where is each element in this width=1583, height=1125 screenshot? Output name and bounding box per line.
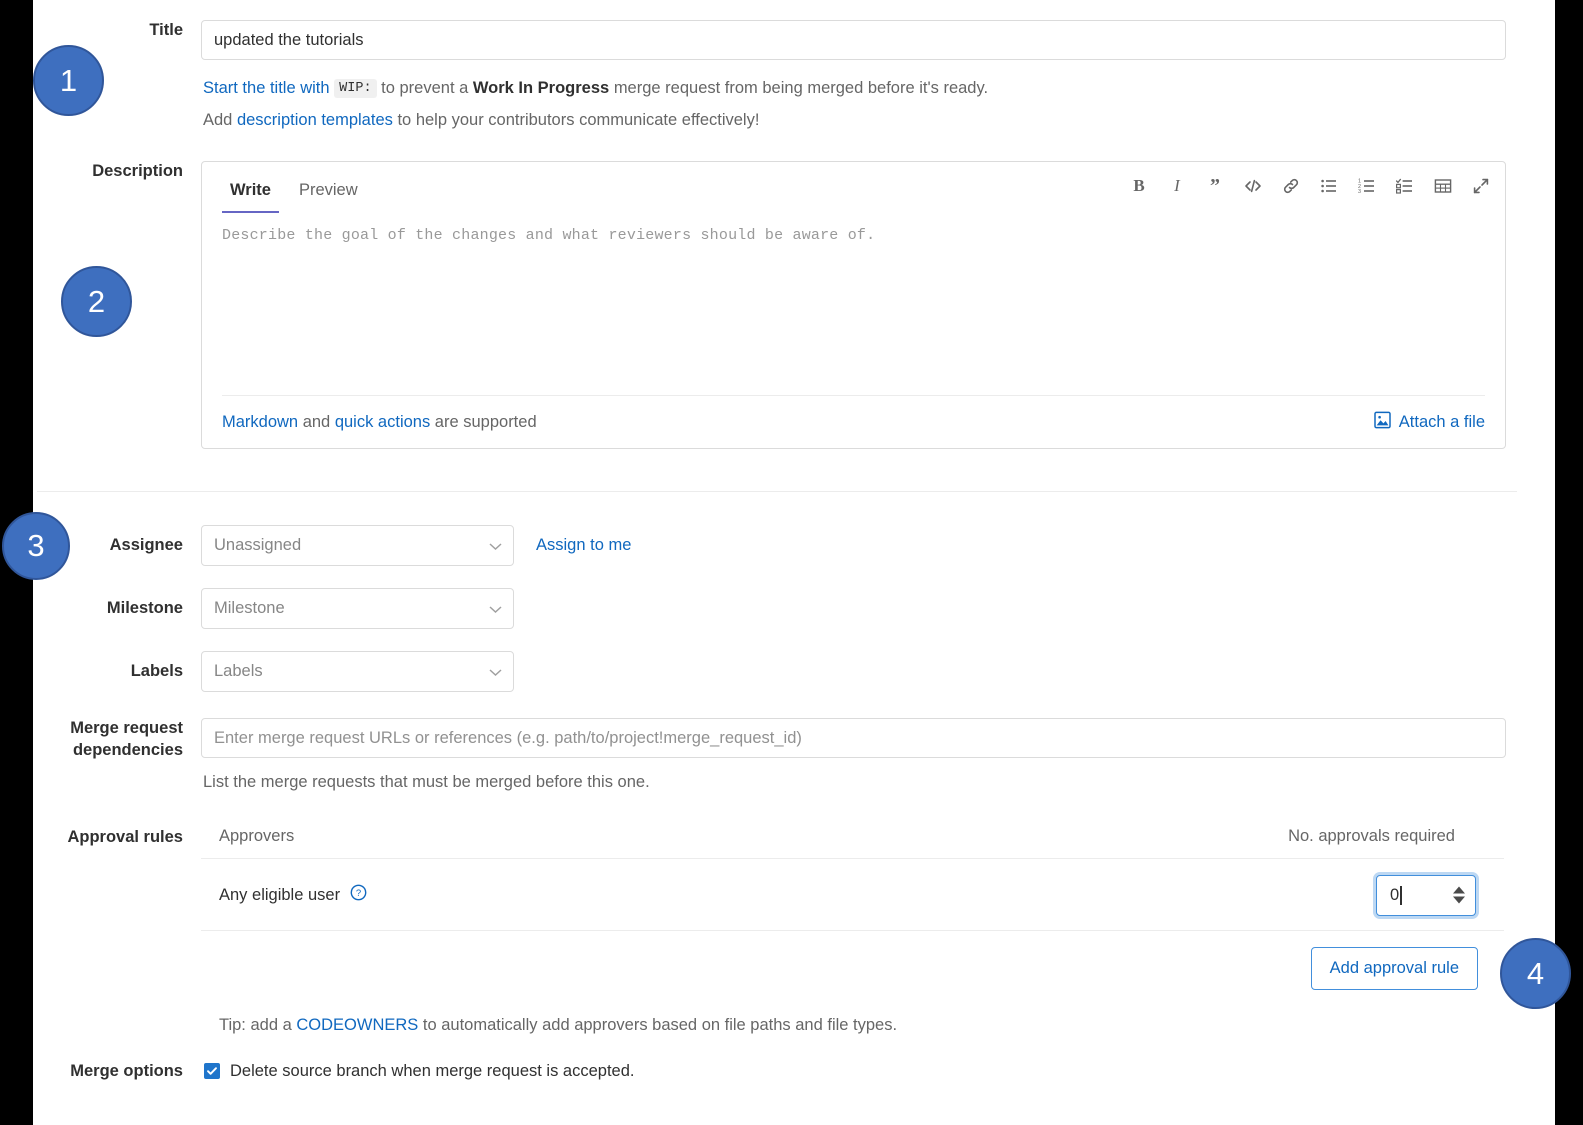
link-icon[interactable] <box>1281 176 1301 196</box>
approval-rule-row: Any eligible user ? 0 <box>201 859 1504 930</box>
chevron-down-icon <box>489 599 502 618</box>
labels-select[interactable]: Labels <box>201 651 514 693</box>
description-templates-link[interactable]: description templates <box>237 111 393 129</box>
merge-request-form: Title Start the title with WIP: to preve… <box>33 0 1555 1125</box>
description-label: Description <box>92 162 183 181</box>
markdown-link[interactable]: Markdown <box>222 413 298 431</box>
labels-field-row: Labels Labels <box>33 651 1555 693</box>
description-textarea[interactable]: Describe the goal of the changes and wha… <box>202 213 1505 395</box>
svg-text:?: ? <box>356 888 361 899</box>
description-placeholder: Describe the goal of the changes and wha… <box>222 227 876 245</box>
dependencies-label-line2: dependencies <box>72 740 183 759</box>
milestone-field-row: Milestone Milestone <box>33 588 1555 630</box>
fullscreen-icon[interactable] <box>1471 176 1491 196</box>
title-field-row: Title Start the title with WIP: to preve… <box>33 0 1555 136</box>
markdown-editor-footer: Markdown and quick actions are supported <box>222 395 1485 448</box>
wip-hint-post: merge request from being merged before i… <box>613 79 989 97</box>
approval-rule-name-cell: Any eligible user ? <box>219 884 367 906</box>
codeowners-tip-pre: Tip: add a <box>219 1015 297 1034</box>
merge-options-label: Merge options <box>70 1061 183 1080</box>
title-label: Title <box>149 21 183 39</box>
add-approval-rule-button[interactable]: Add approval rule <box>1310 946 1478 990</box>
markdown-toolbar: B I ” 1 2 3 <box>1129 176 1491 200</box>
numbered-list-icon[interactable]: 1 2 3 <box>1357 176 1377 196</box>
approval-rules-row: Approval rules Approvers No. approvals r… <box>33 827 1555 1035</box>
approvals-required-column-header: No. approvals required <box>1288 826 1455 845</box>
add-approval-rule-row: Add approval rule <box>201 931 1504 990</box>
wip-hint-mid: to prevent a <box>381 79 469 97</box>
step-badge-4: 4 <box>1500 938 1571 1009</box>
screenshot-frame: Title Start the title with WIP: to preve… <box>0 0 1583 1125</box>
title-hint-templates: Add description templates to help your c… <box>201 104 1555 136</box>
dependencies-label-line1: Merge request <box>70 719 183 738</box>
approval-rules-label: Approval rules <box>67 827 183 846</box>
assign-to-me-link[interactable]: Assign to me <box>536 536 631 555</box>
templates-hint-post: to help your contributors communicate ef… <box>397 111 760 130</box>
wip-hint-bold: Work In Progress <box>472 79 610 97</box>
tab-write[interactable]: Write <box>222 181 279 214</box>
wip-code-chip: WIP: <box>334 79 377 98</box>
codeowners-tip-post: to automatically add approvers based on … <box>418 1015 898 1034</box>
italic-icon[interactable]: I <box>1167 176 1187 196</box>
bullet-list-icon[interactable] <box>1319 176 1339 196</box>
dependencies-field-row: Merge request dependencies List the merg… <box>33 718 1555 798</box>
description-field-row: Description Write Preview B I ” 1 2 3 De… <box>33 161 1555 450</box>
delete-source-branch-label: Delete source branch when merge request … <box>230 1061 635 1080</box>
text-caret <box>1400 885 1402 905</box>
question-circle-icon[interactable]: ? <box>350 884 367 906</box>
title-hint-wip: Start the title with WIP: to prevent a W… <box>201 72 1555 104</box>
templates-hint-pre: Add <box>203 111 233 130</box>
assignee-select[interactable]: Unassigned <box>201 525 514 567</box>
codeowners-link[interactable]: CODEOWNERS <box>296 1016 418 1034</box>
chevron-down-icon <box>489 662 502 681</box>
milestone-selected-value: Milestone <box>214 599 285 618</box>
quick-actions-link[interactable]: quick actions <box>335 413 430 431</box>
assignee-selected-value: Unassigned <box>214 536 302 555</box>
labels-label: Labels <box>130 662 183 681</box>
codeowners-tip: Tip: add a CODEOWNERS to automatically a… <box>201 1016 1555 1035</box>
markdown-editor: Write Preview B I ” 1 2 3 Describe the g… <box>201 161 1506 450</box>
bold-icon[interactable]: B <box>1129 176 1149 196</box>
approvals-required-value: 0 <box>1390 885 1400 904</box>
delete-source-branch-checkbox[interactable] <box>204 1063 220 1080</box>
title-input[interactable] <box>201 20 1506 60</box>
approval-table-header: Approvers No. approvals required <box>201 827 1504 858</box>
footer-supported-text: are supported <box>430 412 537 431</box>
milestone-label: Milestone <box>106 599 183 618</box>
table-icon[interactable] <box>1433 176 1453 196</box>
step-badge-3: 3 <box>2 512 70 580</box>
chevron-down-icon <box>489 536 502 555</box>
stepper-up-icon[interactable] <box>1453 886 1465 894</box>
image-file-icon <box>1374 411 1391 434</box>
approvals-required-input[interactable]: 0 <box>1376 874 1476 916</box>
assignee-field-row: Assignee Unassigned Assign to me <box>33 525 1555 567</box>
markdown-support-note: Markdown and quick actions are supported <box>222 413 537 432</box>
attach-file-label: Attach a file <box>1398 412 1485 431</box>
milestone-select[interactable]: Milestone <box>201 588 514 630</box>
code-icon[interactable] <box>1243 176 1263 196</box>
dependencies-input[interactable] <box>201 718 1506 759</box>
markdown-tabs: Write Preview <box>222 162 378 214</box>
svg-text:3: 3 <box>1358 189 1361 195</box>
step-badge-1: 1 <box>33 45 104 116</box>
markdown-editor-header: Write Preview B I ” 1 2 3 <box>202 162 1505 214</box>
labels-selected-value: Labels <box>214 662 263 681</box>
merge-options-row: Merge options Delete source branch when … <box>33 1061 1555 1082</box>
approval-rule-name: Any eligible user <box>219 885 341 904</box>
dependencies-hint: List the merge requests that must be mer… <box>203 773 650 792</box>
approvers-column-header: Approvers <box>219 826 295 845</box>
number-stepper[interactable] <box>1453 886 1465 904</box>
task-list-icon[interactable] <box>1395 176 1415 196</box>
quote-icon[interactable]: ” <box>1205 176 1225 196</box>
section-divider <box>37 491 1517 493</box>
attach-file-button[interactable]: Attach a file <box>1374 411 1485 434</box>
tab-preview[interactable]: Preview <box>291 181 366 213</box>
approvals-required-value-wrap: 0 <box>1377 885 1402 905</box>
dependencies-label: Merge request dependencies <box>33 718 201 761</box>
step-badge-2: 2 <box>61 266 132 337</box>
wip-hint-link-text[interactable]: Start the title with <box>203 79 330 97</box>
footer-and-text: and <box>298 412 335 431</box>
stepper-down-icon[interactable] <box>1453 896 1465 904</box>
